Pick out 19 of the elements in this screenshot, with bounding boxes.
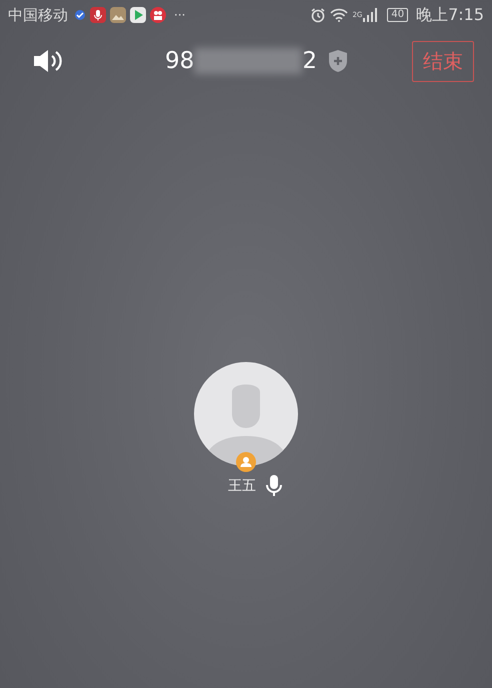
phone-number-start: 98 — [165, 48, 194, 74]
participant-name: 王五 — [228, 477, 256, 495]
phone-number-end: 2 — [302, 48, 317, 74]
contact-badge-icon — [236, 452, 256, 472]
carrier-name: 中国移动 — [8, 6, 68, 24]
more-notifications: ··· — [174, 8, 186, 22]
camera-app-icon — [150, 7, 166, 23]
battery-level: 40 — [387, 8, 408, 22]
microphone-app-icon — [90, 7, 106, 23]
play-app-icon — [130, 7, 146, 23]
wifi-icon — [330, 8, 348, 22]
shield-icon[interactable] — [326, 49, 349, 73]
clock-time: 晚上7:15 — [416, 4, 484, 26]
speaker-button[interactable] — [32, 48, 62, 74]
landscape-app-icon — [110, 7, 126, 23]
check-icon — [74, 9, 86, 21]
signal-icon — [363, 8, 378, 22]
end-call-button[interactable]: 结束 — [412, 40, 474, 82]
alarm-icon — [310, 7, 326, 23]
